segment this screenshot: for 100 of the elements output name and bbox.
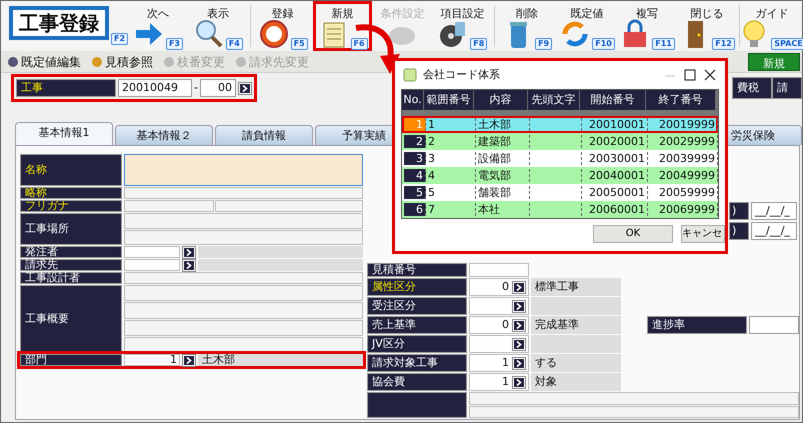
code-field[interactable]: 0	[469, 316, 529, 334]
action-link[interactable]: 見積参照	[91, 52, 153, 70]
page-title: 工事登録	[9, 6, 109, 40]
toolbar-button[interactable]: 表示 F4	[188, 1, 248, 51]
description-field: 標準工事	[531, 278, 621, 296]
table-row[interactable]: 4 4 電気部 20040001 20049999	[402, 167, 718, 184]
code-field[interactable]: 1	[469, 354, 529, 372]
toolbar-button[interactable]: 項目設定 F8	[432, 1, 492, 51]
lookup-button[interactable]	[512, 356, 526, 370]
description-field: 対象	[531, 373, 621, 391]
toolbar-button[interactable]: ガイド SPACE	[742, 1, 802, 51]
dot-icon	[235, 56, 247, 68]
field-label: 工事場所	[20, 213, 122, 245]
field-label: 属性区分	[367, 278, 467, 296]
description-field: する	[531, 354, 621, 372]
maximize-icon[interactable]	[683, 68, 697, 82]
field-label: JV区分	[367, 335, 467, 353]
code-field[interactable]	[469, 335, 529, 353]
toolbar-button[interactable]: 既定値 F10	[557, 1, 618, 51]
table-row[interactable]: 1 1 土木部 20010001 20019999	[402, 116, 718, 133]
description-field: 完成基準	[531, 316, 621, 334]
toolbar-button[interactable]: 複写 F11	[617, 1, 678, 51]
new-button[interactable]: 新規	[748, 53, 800, 71]
field-label: 工事概要	[20, 285, 122, 353]
field-label: 受注区分	[367, 297, 467, 315]
column-header: No.	[402, 90, 424, 110]
dot-icon	[163, 56, 175, 68]
description-field: 土木部	[198, 354, 363, 366]
text-field[interactable]	[124, 285, 363, 302]
lookup-button[interactable]	[182, 354, 196, 367]
text-field[interactable]	[124, 230, 363, 245]
table-row[interactable]: 6 7 本社 20060001 20069999	[402, 201, 718, 218]
column-header: 先頭文字	[528, 90, 580, 110]
code-field[interactable]: 20010049	[118, 79, 192, 97]
field-label: フリガナ	[20, 200, 122, 212]
lookup-button[interactable]	[512, 338, 526, 350]
tab[interactable]: 請負情報	[215, 125, 313, 145]
table-row[interactable]: 2 2 建築部 20020001 20029999	[402, 133, 718, 150]
field-label: 進捗率	[647, 316, 747, 334]
lookup-button[interactable]	[512, 318, 526, 332]
text-field[interactable]	[124, 187, 363, 199]
text-field[interactable]	[124, 320, 363, 336]
code-field[interactable]	[124, 259, 180, 271]
column-header: 終了番号	[646, 90, 716, 110]
dot-icon	[7, 56, 19, 68]
date-field[interactable]: __/__/_	[751, 202, 797, 220]
lookup-button[interactable]	[512, 376, 526, 388]
tab[interactable]: 基本情報２	[115, 125, 213, 145]
code-field[interactable]: 0	[469, 278, 529, 296]
tab[interactable]: 基本情報1	[15, 122, 113, 145]
progress-field[interactable]	[749, 316, 799, 334]
code-field[interactable]	[469, 297, 529, 315]
toolbar-button[interactable]: 閉じる F12	[677, 1, 738, 51]
field-label: 見積番号	[367, 263, 467, 277]
toolbar-button[interactable]: 登録 F5	[252, 1, 313, 51]
close-icon[interactable]	[703, 68, 717, 82]
text-field[interactable]	[215, 200, 363, 212]
code-field[interactable]: 1	[469, 373, 529, 391]
date-field[interactable]: __/__/_	[751, 222, 797, 240]
table-row[interactable]: 3 3 設備部 20030001 20039999	[402, 150, 718, 167]
action-link: 請求先変更	[235, 52, 309, 70]
bracket-label: )	[729, 222, 749, 240]
toolbar-button[interactable]: 次へ F3	[128, 1, 188, 51]
name-field[interactable]	[124, 154, 363, 186]
ok-button[interactable]: OK	[593, 225, 673, 243]
field-label: 工事	[16, 79, 116, 97]
code-field[interactable]	[124, 246, 180, 258]
field-label: 請求対象工事	[367, 354, 467, 372]
toolbar-button[interactable]: 削除 F9	[497, 1, 558, 51]
text-field[interactable]	[124, 213, 363, 228]
field-label: 部門	[20, 354, 122, 366]
branch-field[interactable]: 00	[200, 79, 236, 97]
lookup-button[interactable]	[182, 246, 196, 259]
separator-text: -	[194, 80, 198, 96]
cancel-button[interactable]: キャンセ	[681, 225, 725, 243]
text-field[interactable]	[124, 200, 214, 212]
lookup-button[interactable]	[182, 259, 196, 272]
column-header: 内容	[474, 90, 528, 110]
text-field[interactable]	[469, 392, 799, 404]
dot-icon	[91, 56, 103, 68]
code-field[interactable]: 1	[124, 354, 180, 366]
field-label: 協会費	[367, 373, 467, 391]
lookup-button[interactable]	[238, 82, 252, 94]
field-label: 請求先	[20, 259, 122, 271]
field-label: 工事設計者	[20, 272, 122, 284]
lookup-button[interactable]	[512, 280, 526, 294]
column-header: 範囲番号	[424, 90, 474, 110]
column-header: 費税	[732, 77, 772, 99]
action-link: 枝番変更	[163, 52, 225, 70]
app-icon	[403, 68, 417, 82]
key-badge: F2	[111, 33, 128, 45]
lookup-button[interactable]	[512, 300, 526, 312]
column-header: 開始番号	[580, 90, 646, 110]
text-field[interactable]	[124, 302, 363, 318]
action-link[interactable]: 既定値編集	[7, 52, 81, 70]
field-label: 発注者	[20, 246, 122, 258]
table-row[interactable]: 5 5 舗装部 20050001 20059999	[402, 184, 718, 201]
text-field[interactable]	[469, 406, 799, 418]
text-field[interactable]	[124, 272, 363, 284]
estimate-field[interactable]	[469, 263, 529, 277]
